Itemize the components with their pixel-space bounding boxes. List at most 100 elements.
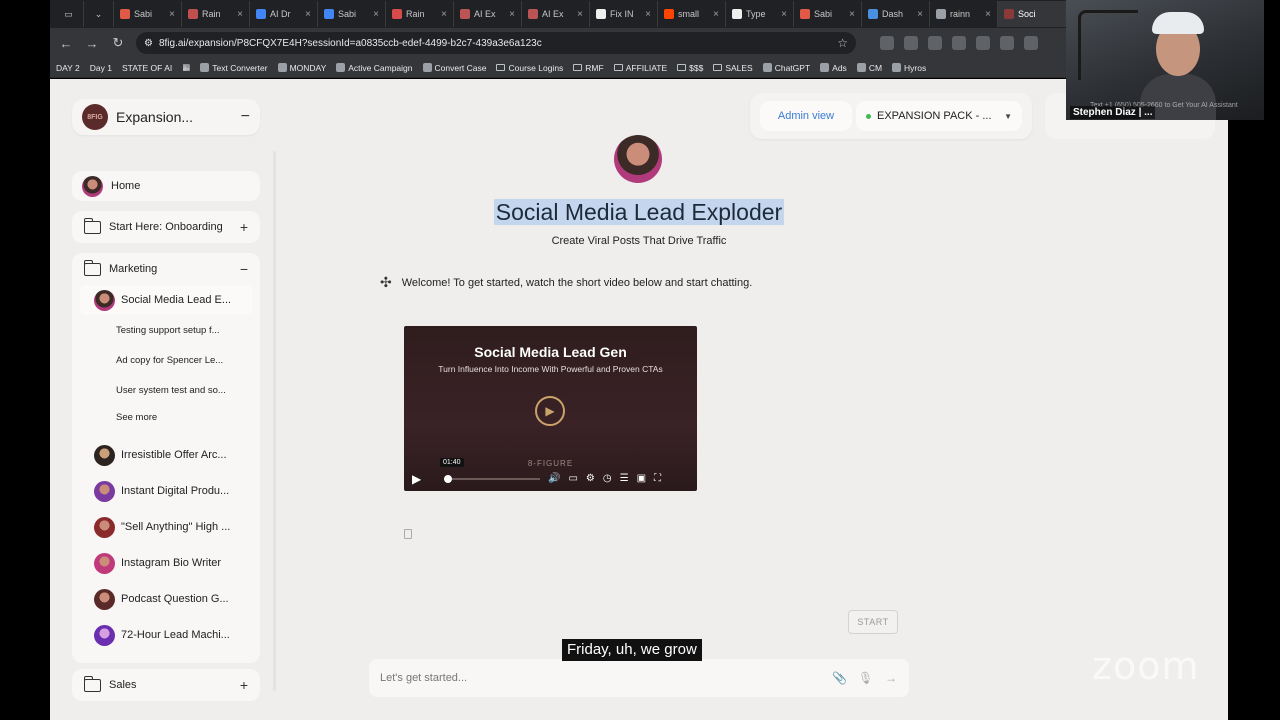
browser-tab[interactable]: Type × (726, 1, 794, 27)
bookmark[interactable]: DAY 2 (56, 63, 80, 73)
browser-tab[interactable]: Rain × (386, 1, 454, 27)
sidebar-item-assistant[interactable]: 72-Hour Lead Machi... (72, 617, 260, 653)
speed-icon[interactable]: ◷ (603, 473, 612, 484)
bookmark[interactable]: ChatGPT (762, 63, 810, 73)
browser-tab[interactable]: AI Ex × (522, 1, 590, 27)
url-field[interactable]: ⚙ 8fig.ai/expansion/P8CFQX7E4H?sessionId… (136, 32, 856, 54)
section-header[interactable]: Sales + (72, 669, 260, 701)
bookmark[interactable]: MONDAY (277, 63, 326, 73)
progress-knob[interactable] (444, 474, 452, 483)
close-icon[interactable]: × (849, 9, 855, 20)
bookmark-folder[interactable]: SALES (713, 63, 753, 73)
paperclip-icon[interactable]: 📎 (832, 671, 847, 685)
sidebar-item-assistant[interactable]: Podcast Question G... (72, 581, 260, 617)
close-icon[interactable]: × (577, 9, 583, 20)
tab-search-button[interactable]: ▭ (54, 1, 84, 27)
brand-name[interactable]: Expansion... (116, 109, 193, 125)
browser-tab[interactable]: Sabi × (794, 1, 862, 27)
sidebar-section-sales[interactable]: Sales + (72, 669, 260, 701)
bookmark-folder[interactable]: AFFILIATE (613, 63, 667, 73)
collapse-minus-icon[interactable]: − (240, 261, 248, 277)
close-icon[interactable]: × (237, 9, 243, 20)
close-icon[interactable]: × (781, 9, 787, 20)
pip-icon[interactable]: ▣ (637, 473, 646, 484)
tab-list-button[interactable]: ⌄ (84, 1, 114, 27)
extension-icon[interactable] (952, 36, 966, 50)
browser-tab[interactable]: Rain × (182, 1, 250, 27)
browser-tab[interactable]: Sabi × (114, 1, 182, 27)
session-item[interactable]: Testing support setup f... (72, 315, 260, 345)
close-icon[interactable]: × (509, 9, 515, 20)
forward-arrow-icon[interactable]: → (84, 36, 100, 51)
bookmark[interactable]: Ads (820, 63, 847, 73)
extension-icon[interactable] (928, 36, 942, 50)
extension-icon[interactable] (904, 36, 918, 50)
close-icon[interactable]: × (917, 9, 923, 20)
close-icon[interactable]: × (985, 9, 991, 20)
bookmark[interactable]: STATE OF AI (122, 63, 172, 73)
bookmark-folder[interactable]: Course Logins (496, 63, 563, 73)
close-icon[interactable]: × (713, 9, 719, 20)
collapse-icon[interactable]: − (241, 108, 250, 126)
expand-plus-icon[interactable]: + (240, 677, 248, 693)
bookmark-folder[interactable]: $$$ (677, 63, 703, 73)
browser-tab[interactable]: Fix IN × (590, 1, 658, 27)
sidebar-item-assistant[interactable]: Instant Digital Produ... (72, 473, 260, 509)
bookmark-folder[interactable]: RMF (573, 63, 604, 73)
chat-input[interactable] (380, 672, 820, 684)
browser-tab[interactable]: Sabi × (318, 1, 386, 27)
microphone-icon[interactable]: 🎙 (858, 671, 873, 685)
sidebar-item-assistant[interactable]: Instagram Bio Writer (72, 545, 260, 581)
session-item[interactable]: Ad copy for Spencer Le... (72, 345, 260, 375)
bookmark-star-icon[interactable]: ☆ (837, 36, 848, 50)
video-player[interactable]: Social Media Lead Gen Turn Influence Int… (404, 326, 697, 491)
see-more-link[interactable]: See more (72, 405, 260, 429)
admin-view-button[interactable]: Admin view (760, 101, 852, 131)
bookmark[interactable]: Text Converter (200, 63, 268, 73)
start-button[interactable]: START (848, 610, 898, 634)
browser-tab[interactable]: small × (658, 1, 726, 27)
browser-tab[interactable]: AI Ex × (454, 1, 522, 27)
puzzle-icon[interactable] (1024, 36, 1038, 50)
play-button[interactable]: ▶ (412, 472, 428, 486)
close-icon[interactable]: × (373, 9, 379, 20)
session-item[interactable]: User system test and so... (72, 375, 260, 405)
bookmark[interactable]: Day 1 (90, 63, 112, 73)
back-arrow-icon[interactable]: ← (58, 36, 74, 51)
copy-icon[interactable] (404, 529, 412, 539)
bookmark[interactable]: Active Campaign (336, 63, 413, 73)
bookmark[interactable]: CM (856, 63, 882, 73)
close-icon[interactable]: × (441, 9, 447, 20)
apps-grid-icon[interactable]: ▦ (182, 62, 190, 73)
extension-icon[interactable] (1000, 36, 1014, 50)
send-arrow-icon[interactable]: → (884, 671, 898, 685)
volume-icon[interactable]: 🔊 (548, 473, 560, 484)
sidebar-item-assistant[interactable]: Irresistible Offer Arc... (72, 437, 260, 473)
bookmark[interactable]: Convert Case (422, 63, 486, 73)
reload-icon[interactable]: ↻ (110, 35, 126, 51)
settings-gear-icon[interactable]: ⚙ (586, 473, 595, 484)
close-icon[interactable]: × (645, 9, 651, 20)
site-settings-icon[interactable]: ⚙ (144, 38, 153, 49)
chapters-icon[interactable]: ☰ (620, 473, 629, 484)
section-header[interactable]: Marketing − (72, 253, 260, 285)
close-icon[interactable]: × (305, 9, 311, 20)
browser-tab-active[interactable]: Soci (998, 1, 1066, 27)
sidebar-item-home[interactable]: Home (72, 171, 260, 201)
browser-tab[interactable]: AI Dr × (250, 1, 318, 27)
close-icon[interactable]: × (169, 9, 175, 20)
sidebar-item-assistant[interactable]: "Sell Anything" High ... (72, 509, 260, 545)
person-cap (1152, 12, 1204, 34)
captions-icon[interactable]: ▭ (568, 473, 577, 484)
bookmark[interactable]: Hyros (892, 63, 926, 73)
sidebar-item-current-assistant[interactable]: Social Media Lead E... (80, 285, 252, 315)
extension-icon[interactable] (976, 36, 990, 50)
fullscreen-icon[interactable]: ⛶ (654, 473, 661, 484)
browser-tab[interactable]: Dash × (862, 1, 930, 27)
video-progress-bar[interactable]: 01:40 (440, 457, 540, 483)
browser-tab[interactable]: rainn × (930, 1, 998, 27)
pack-selector[interactable]: EXPANSION PACK - ... ▼ (856, 101, 1022, 131)
extension-icon[interactable] (880, 36, 894, 50)
play-icon[interactable]: ▶ (535, 396, 565, 426)
sidebar-scrollbar[interactable] (273, 151, 276, 691)
